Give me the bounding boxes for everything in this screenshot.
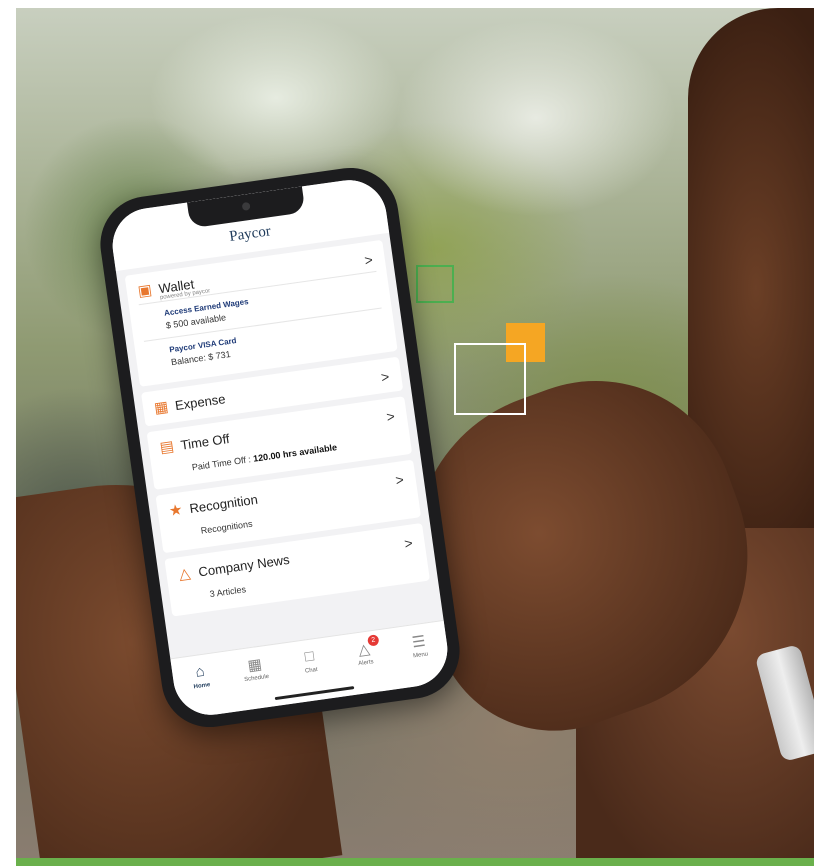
decorative-green-square xyxy=(416,265,454,303)
brand-logo: Paycor xyxy=(228,223,272,245)
time-off-label: Paid Time Off : xyxy=(191,454,252,473)
decorative-white-square xyxy=(454,343,526,415)
megaphone-icon: △ xyxy=(177,564,192,584)
tab-menu[interactable]: ☰ Menu xyxy=(396,630,447,689)
wallet-icon: ▣ xyxy=(136,281,154,301)
receipt-icon: ▦ xyxy=(153,398,170,418)
calendar-icon: ▤ xyxy=(158,437,176,457)
expense-title: Expense xyxy=(174,390,227,413)
phone-screen: Paycor ▣ Wallet powered by paycor > Acce… xyxy=(107,175,453,720)
tab-home[interactable]: ⌂ Home xyxy=(177,660,228,719)
camera-icon xyxy=(241,201,251,211)
time-off-value: 120.00 hrs available xyxy=(252,442,338,464)
tab-schedule[interactable]: ▦ Schedule xyxy=(232,653,283,712)
award-icon: ★ xyxy=(167,501,184,520)
green-accent-bar xyxy=(16,858,814,866)
